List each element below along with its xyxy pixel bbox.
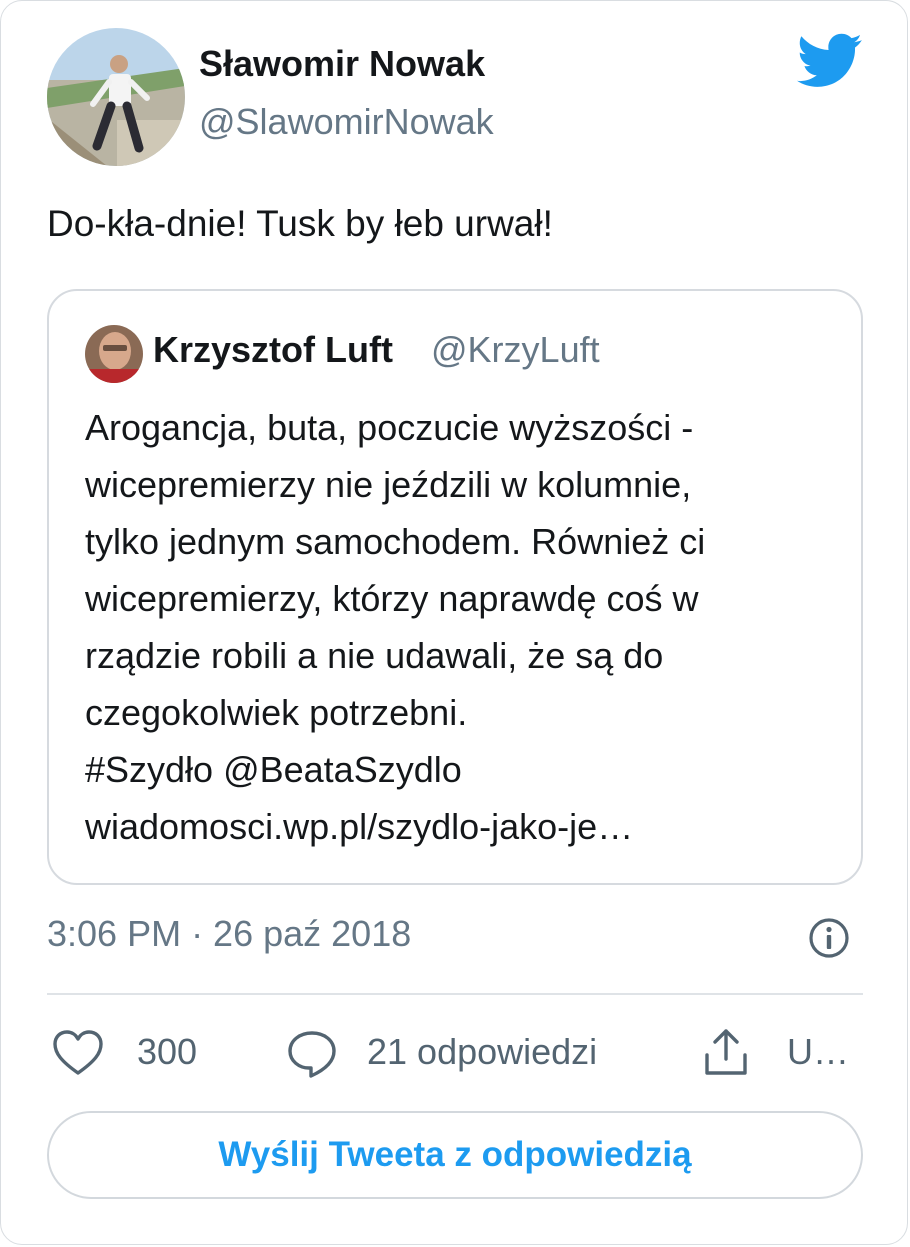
share-label[interactable]: U… bbox=[787, 1031, 849, 1073]
twitter-bird-icon[interactable] bbox=[797, 33, 863, 89]
quoted-text-line: wicepremierzy nie jeździli w kolumnie, bbox=[85, 464, 692, 505]
tweet-timestamp[interactable]: 3:06 PM · 26 paź 2018 bbox=[47, 913, 411, 955]
share-icon[interactable] bbox=[699, 1025, 753, 1079]
quoted-author-handle[interactable]: @KrzyLuft bbox=[431, 329, 600, 371]
quoted-author-name[interactable]: Krzysztof Luft bbox=[153, 329, 393, 371]
quoted-author-avatar[interactable] bbox=[85, 325, 143, 383]
quoted-hashtag-mention-line[interactable]: #Szydło @BeataSzydlo bbox=[85, 741, 845, 798]
tweet-text: Do-kła-dnie! Tusk by łeb urwał! bbox=[47, 203, 553, 244]
like-count[interactable]: 300 bbox=[137, 1031, 197, 1073]
quoted-tweet[interactable]: Krzysztof Luft @KrzyLuft Arogancja, buta… bbox=[47, 289, 863, 885]
quoted-text-line: Arogancja, buta, poczucie wyższości - bbox=[85, 407, 694, 448]
quoted-text-line: czegokolwiek potrzebni. bbox=[85, 692, 468, 733]
heart-icon[interactable] bbox=[51, 1027, 105, 1081]
author-handle[interactable]: @SlawomirNowak bbox=[199, 101, 494, 143]
quoted-link[interactable]: wiadomosci.wp.pl/szydlo-jako-je… bbox=[85, 798, 845, 855]
quoted-tweet-body: Arogancja, buta, poczucie wyższości - wi… bbox=[85, 399, 845, 855]
speech-bubble-icon[interactable] bbox=[285, 1027, 339, 1081]
quoted-text-line: tylko jednym samochodem. Również ci bbox=[85, 521, 706, 562]
info-icon[interactable] bbox=[807, 916, 851, 960]
tweet-card: Sławomir Nowak @SlawomirNowak Do-kła-dni… bbox=[0, 0, 908, 1245]
reply-tweet-button[interactable]: Wyślij Tweeta z odpowiedzią bbox=[47, 1111, 863, 1199]
quoted-text-line: rządzie robili a nie udawali, że są do bbox=[85, 635, 664, 676]
author-name[interactable]: Sławomir Nowak bbox=[199, 43, 485, 85]
reply-count[interactable]: 21 odpowiedzi bbox=[367, 1031, 597, 1073]
divider bbox=[47, 993, 863, 995]
quoted-text-line: wicepremierzy, którzy naprawdę coś w bbox=[85, 578, 699, 619]
author-avatar[interactable] bbox=[47, 28, 185, 166]
